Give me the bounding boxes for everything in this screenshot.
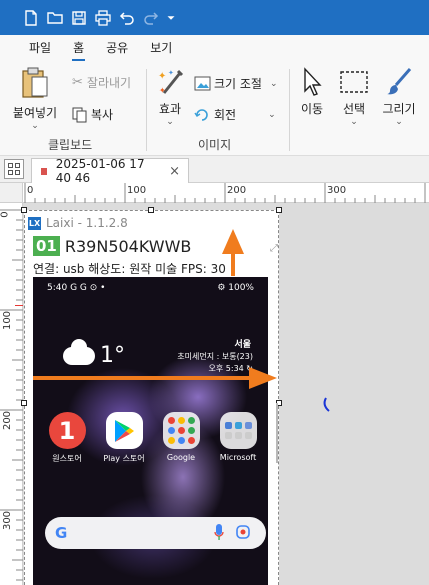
svg-text:✦: ✦ [158, 71, 166, 82]
chevron-down-icon: ⌄ [166, 117, 174, 127]
quick-access-toolbar [0, 0, 429, 35]
ribbon: 붙여넣기 ⌄ ✂ 잘라내기 복사 클립보드 ✦ ✦ ✦ 효과 ⌄ 크기 조절 ⌄ 회… [0, 63, 429, 156]
undo-icon[interactable] [116, 7, 138, 29]
rotate-button[interactable]: 회전 ⌄ [194, 106, 276, 123]
tab-share[interactable]: 공유 [95, 35, 139, 63]
paste-label: 붙여넣기 [12, 106, 58, 120]
chevron-down-icon: ⌄ [350, 117, 358, 127]
document-tab-strip: 2025-01-06 17 40 46 × [0, 156, 429, 185]
rotate-label: 회전 [214, 108, 237, 122]
tab-view[interactable]: 보기 [139, 35, 183, 63]
grid-view-icon[interactable] [4, 159, 24, 179]
new-file-icon[interactable] [20, 7, 42, 29]
copy-icon [72, 107, 87, 122]
ribbon-separator [289, 69, 290, 151]
draw-label: 그리기 [382, 102, 416, 116]
tab-home[interactable]: 홈 [62, 35, 95, 63]
resize-button[interactable]: 크기 조절 ⌄ [194, 75, 278, 92]
brush-icon [387, 68, 412, 95]
resize-handle[interactable] [21, 207, 27, 213]
ruler-label: 200 [2, 410, 14, 431]
ruler-label: 200 [227, 185, 247, 196]
ruler-ticks [24, 183, 426, 203]
svg-text:✦: ✦ [159, 86, 166, 95]
ruler-label: 0 [27, 185, 34, 196]
scrollbar-thumb[interactable] [276, 403, 278, 463]
cursor-icon [304, 67, 322, 96]
ruler-label: 0 [0, 211, 11, 218]
cut-label: 잘라내기 [86, 76, 132, 90]
chevron-down-icon: ⌄ [269, 78, 278, 89]
ruler-label: 300 [327, 185, 347, 196]
ruler-corner [0, 183, 23, 203]
save-icon[interactable] [68, 7, 90, 29]
select-label: 선택 [342, 102, 366, 116]
tab-file[interactable]: 파일 [18, 35, 62, 63]
scissors-icon: ✂ [72, 75, 83, 90]
ribbon-tabs: 파일 홈 공유 보기 [0, 35, 429, 63]
document-tab-title: 2025-01-06 17 40 46 [55, 157, 145, 185]
copy-label: 복사 [91, 108, 114, 122]
clipboard-group-label: 클립보드 [48, 138, 93, 152]
customize-dropdown-icon[interactable] [164, 7, 178, 29]
redo-icon[interactable] [140, 7, 162, 29]
cut-button[interactable]: ✂ 잘라내기 [72, 74, 131, 91]
resize-label: 크기 조절 [214, 77, 262, 91]
document-tab[interactable]: 2025-01-06 17 40 46 × [31, 157, 189, 185]
draw-button[interactable]: 그리기 ⌄ [381, 67, 417, 133]
print-icon[interactable] [92, 7, 114, 29]
select-button[interactable]: 선택 ⌄ [336, 67, 372, 133]
resize-icon [194, 76, 211, 90]
horizontal-ruler: 0 100 200 300 [23, 183, 429, 203]
move-label: 이동 [300, 102, 324, 116]
image-group-label: 이미지 [198, 138, 232, 152]
ruler-label: 300 [2, 510, 14, 531]
clipboard-icon [22, 67, 48, 98]
unsaved-indicator-icon [41, 167, 47, 175]
rotate-icon [194, 108, 208, 121]
resize-handle[interactable] [21, 400, 27, 406]
magic-wand-icon: ✦✦✦ [158, 69, 184, 95]
resize-handle[interactable] [148, 207, 154, 213]
vertical-ruler: 0 100 200 300 [0, 203, 23, 585]
copy-button[interactable]: 복사 [72, 106, 113, 123]
paste-button[interactable]: 붙여넣기 ⌄ [10, 67, 60, 133]
chevron-down-icon: ⌄ [31, 121, 39, 131]
ruler-label: 100 [2, 310, 14, 331]
chevron-down-icon: ⌄ [268, 109, 276, 120]
move-button[interactable]: 이동 [296, 67, 328, 133]
close-icon[interactable]: × [169, 164, 180, 179]
marquee-select-icon [340, 71, 368, 93]
ribbon-separator [146, 69, 147, 151]
selection-frame [24, 210, 279, 585]
open-folder-icon[interactable] [44, 7, 66, 29]
svg-text:✦: ✦ [168, 69, 174, 77]
chevron-down-icon: ⌄ [395, 117, 403, 127]
ruler-label: 100 [127, 185, 147, 196]
effects-label: 효과 [158, 102, 182, 116]
resize-handle[interactable] [276, 207, 282, 213]
effects-button[interactable]: ✦ ✦ ✦ 효과 ⌄ [152, 67, 188, 133]
